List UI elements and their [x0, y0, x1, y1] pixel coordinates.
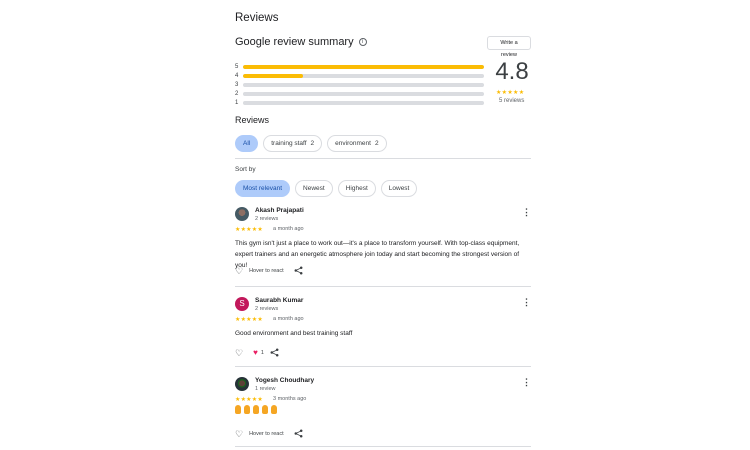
reviews-heading: Reviews	[235, 115, 270, 125]
heart-filled-icon: ♥	[253, 347, 258, 357]
chip-training-staff[interactable]: training staff 2	[263, 135, 323, 152]
page-title: Reviews	[235, 12, 279, 24]
review-actions: ♡ Hover to react	[235, 429, 303, 438]
histogram-row[interactable]: 3	[235, 80, 485, 89]
reviewer-review-count: 1 review	[255, 386, 276, 392]
chip-environment[interactable]: environment 2	[327, 135, 387, 152]
review-time: a month ago	[273, 226, 304, 232]
more-options-icon[interactable]: ⋮	[522, 208, 531, 217]
review-stars: ★★★★★	[235, 317, 263, 323]
rating-histogram: 5 4 3 2 1	[235, 62, 485, 107]
more-options-icon[interactable]: ⋮	[522, 378, 531, 387]
like-count: 1	[260, 349, 264, 356]
histogram-row[interactable]: 5	[235, 62, 485, 71]
topic-chips: All training staff 2 environment 2	[235, 135, 387, 152]
histogram-fill	[243, 73, 304, 78]
histogram-star-label: 4	[235, 72, 239, 79]
histogram-track	[243, 100, 484, 105]
more-options-icon[interactable]: ⋮	[522, 298, 531, 307]
review-count[interactable]: 5 reviews	[499, 98, 524, 104]
flexed-biceps-emoji-icon	[253, 405, 259, 414]
summary-title: Google review summary i	[235, 36, 367, 48]
review-time: 3 months ago	[273, 396, 307, 402]
flexed-biceps-emoji-icon	[271, 405, 277, 414]
reviewer-name[interactable]: Akash Prajapati	[255, 207, 304, 214]
chip-label: environment	[335, 140, 371, 147]
hover-to-react-label: Hover to react	[249, 267, 284, 274]
average-stars: ★★★★★	[496, 90, 525, 96]
histogram-row[interactable]: 2	[235, 89, 485, 98]
review-stars: ★★★★★	[235, 397, 263, 403]
histogram-fill	[243, 64, 484, 69]
chip-count: 2	[374, 140, 379, 147]
histogram-row[interactable]: 4	[235, 71, 485, 80]
histogram-star-label: 5	[235, 63, 239, 70]
review-stars: ★★★★★	[235, 227, 263, 233]
divider	[235, 158, 531, 159]
heart-outline-icon[interactable]: ♡	[235, 266, 243, 275]
histogram-track	[243, 64, 484, 69]
review-actions: ♡ Hover to react	[235, 266, 303, 275]
histogram-track	[243, 91, 484, 96]
divider	[235, 366, 531, 367]
share-icon[interactable]	[294, 429, 303, 438]
reviewer-name[interactable]: Yogesh Choudhary	[255, 377, 314, 384]
sort-most-relevant[interactable]: Most relevant	[235, 180, 291, 197]
reviewer-review-count: 2 reviews	[255, 306, 279, 312]
histogram-star-label: 3	[235, 81, 239, 88]
sort-by-label: Sort by	[235, 166, 256, 173]
review-text: Good environment and best training staff	[235, 330, 353, 337]
histogram-star-label: 2	[235, 90, 239, 97]
review-actions: ♡ ♥ 1	[235, 348, 279, 357]
review-time: a month ago	[273, 316, 304, 322]
histogram-track	[243, 73, 484, 78]
flexed-biceps-emoji-icon	[262, 405, 268, 414]
chip-count: 2	[310, 140, 315, 147]
sort-highest[interactable]: Highest	[337, 180, 376, 197]
divider	[235, 446, 531, 447]
sort-chips: Most relevant Newest Highest Lowest	[235, 180, 418, 197]
histogram-track	[243, 82, 484, 87]
flexed-biceps-emoji-icon	[235, 405, 241, 414]
histogram-row[interactable]: 1	[235, 98, 485, 107]
reviewer-review-count: 2 reviews	[255, 216, 279, 222]
emoji-row	[235, 405, 277, 414]
histogram-star-label: 1	[235, 99, 239, 106]
share-icon[interactable]	[294, 266, 303, 275]
share-icon[interactable]	[270, 348, 279, 357]
avatar[interactable]	[235, 377, 249, 391]
reviewer-name[interactable]: Saurabh Kumar	[255, 297, 303, 304]
avatar[interactable]: S	[235, 297, 249, 311]
avatar[interactable]	[235, 207, 249, 221]
divider	[235, 286, 531, 287]
write-review-button[interactable]: Write a review	[487, 36, 531, 58]
hover-to-react-label: Hover to react	[249, 430, 284, 437]
average-rating: 4.8	[495, 58, 529, 85]
flexed-biceps-emoji-icon	[244, 405, 250, 414]
summary-title-text: Google review summary	[235, 36, 354, 48]
heart-outline-icon[interactable]: ♡	[235, 348, 243, 357]
info-icon[interactable]: i	[358, 38, 367, 46]
heart-outline-icon[interactable]: ♡	[235, 429, 243, 438]
chip-label: training staff	[271, 140, 307, 147]
chip-all[interactable]: All	[235, 135, 259, 152]
sort-newest[interactable]: Newest	[295, 180, 333, 197]
chip-label: All	[243, 140, 251, 147]
sort-lowest[interactable]: Lowest	[380, 180, 418, 197]
